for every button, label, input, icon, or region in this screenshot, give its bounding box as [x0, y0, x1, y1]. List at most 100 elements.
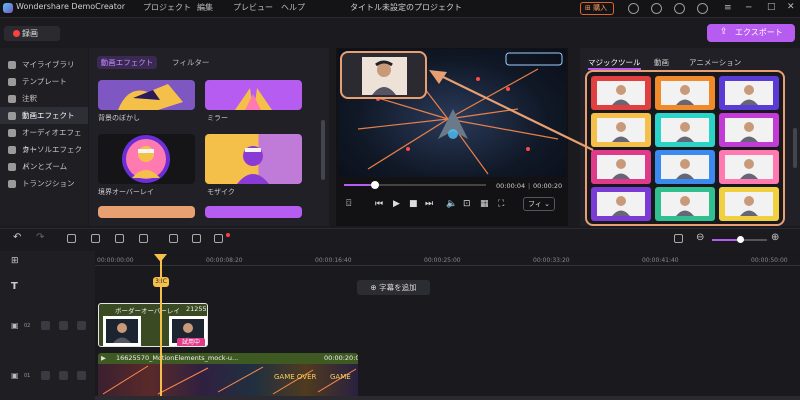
- effect-thumb-mosaic[interactable]: [205, 134, 302, 184]
- minimize-icon[interactable]: ─: [746, 3, 751, 13]
- menu-preview[interactable]: プレビュー: [233, 2, 273, 13]
- video-track-icon: ▣: [11, 371, 19, 380]
- record-label: 録画: [22, 29, 38, 38]
- tab-animation[interactable]: アニメーション: [689, 57, 741, 68]
- crop-icon[interactable]: ⊡: [463, 199, 471, 209]
- clip-filmstrip: GAME OVER GAME: [98, 364, 358, 397]
- frame-template-item[interactable]: [719, 187, 779, 221]
- crop-tool-icon[interactable]: [67, 234, 76, 243]
- play-icon[interactable]: ▶: [393, 199, 400, 209]
- stop-icon[interactable]: ■: [409, 199, 418, 209]
- frame-template-item[interactable]: [655, 187, 715, 221]
- zoom-slider-knob[interactable]: [737, 236, 744, 243]
- tab-video[interactable]: 動画: [654, 57, 669, 68]
- zoom-in-icon[interactable]: ⊕: [771, 232, 779, 243]
- effect-thumb-border-overlay[interactable]: [98, 134, 195, 184]
- tab-video-effects[interactable]: 動画エフェクト: [97, 56, 157, 69]
- sidebar-item-icon: [8, 180, 16, 188]
- lock-icon[interactable]: [41, 321, 50, 330]
- undo-icon[interactable]: ↶: [13, 232, 21, 243]
- mic-icon[interactable]: [139, 234, 148, 243]
- help-icon[interactable]: [697, 3, 708, 14]
- clip-title: 16625570_MotionElements_mock-u...: [116, 354, 239, 362]
- annotation-arrow: [429, 70, 594, 151]
- timeline-scrollbar[interactable]: [95, 396, 800, 400]
- clip-meta: 00:00:20:00: [324, 354, 358, 362]
- timeline-clip-main-video[interactable]: ▶ 16625570_MotionElements_mock-u... 00:0…: [98, 353, 358, 397]
- ruler-tick: 00:00:50:00: [751, 257, 788, 264]
- export-label: エクスポート: [735, 28, 783, 37]
- next-frame-icon[interactable]: ⏭: [425, 199, 433, 209]
- playhead[interactable]: [160, 254, 162, 400]
- tab-filter[interactable]: フィルター: [172, 57, 209, 68]
- menu-help[interactable]: ヘルプ: [281, 2, 305, 13]
- grid-icon[interactable]: ▦: [480, 199, 489, 209]
- buy-button[interactable]: ⊞ 購入: [580, 2, 614, 15]
- effects-scrollbar[interactable]: [321, 120, 325, 180]
- menu-icon[interactable]: ≡: [724, 3, 732, 13]
- video-track-icon: ▣: [11, 321, 19, 330]
- frame-template-item[interactable]: [591, 76, 651, 110]
- sidebar-item-label: テンプレート: [22, 77, 67, 86]
- frame-template-item[interactable]: [719, 150, 779, 184]
- menu-project[interactable]: プロジェクト: [143, 2, 191, 13]
- add-caption-button[interactable]: ⊕ 字幕を追加: [357, 280, 430, 295]
- effect-thumb-mirror[interactable]: [205, 80, 302, 110]
- tab-magic-tools[interactable]: マジックツール: [588, 57, 641, 70]
- effect-thumb-next-1[interactable]: [98, 206, 195, 218]
- notification-dot: [226, 233, 230, 237]
- eye-icon[interactable]: [59, 321, 68, 330]
- download-icon[interactable]: [674, 3, 685, 14]
- effect-thumb-next-2[interactable]: [205, 206, 302, 218]
- text-tool-icon[interactable]: [169, 234, 178, 243]
- window-title: タイトル未設定のプロジェクト: [350, 3, 462, 12]
- shield-icon[interactable]: [115, 234, 124, 243]
- volume-icon[interactable]: 🔈: [446, 199, 457, 209]
- export-frame-icon[interactable]: [214, 234, 223, 243]
- frame-template-item[interactable]: [719, 76, 779, 110]
- close-icon[interactable]: ✕: [787, 2, 795, 12]
- svg-text:GAME: GAME: [330, 373, 351, 381]
- fit-timeline-icon[interactable]: [674, 234, 683, 243]
- frame-template-item[interactable]: [655, 150, 715, 184]
- frame-template-item[interactable]: [655, 76, 715, 110]
- ruler-tick: 00:00:16:40: [315, 257, 352, 264]
- cart-icon: ⊞: [585, 4, 594, 12]
- add-track-icon[interactable]: ⊞: [11, 256, 19, 266]
- zoom-out-icon[interactable]: ⊖: [696, 232, 704, 243]
- add-caption-label: 字幕を追加: [379, 283, 417, 292]
- lock-icon[interactable]: [41, 371, 50, 380]
- fullscreen-icon[interactable]: ⛶: [498, 199, 504, 209]
- right-panel-scrollbar[interactable]: [793, 128, 797, 168]
- snapshot-icon[interactable]: [192, 234, 201, 243]
- speaker-icon[interactable]: [77, 371, 86, 380]
- eye-icon[interactable]: [59, 371, 68, 380]
- zoom-slider-fill: [712, 239, 740, 241]
- effect-label-mirror: ミラー: [207, 114, 228, 122]
- sidebar-item-icon: [8, 61, 16, 69]
- frame-template-item[interactable]: [655, 113, 715, 147]
- fit-dropdown[interactable]: フィ ⌄: [523, 197, 555, 211]
- effect-thumb-blur[interactable]: [98, 80, 195, 110]
- export-icon: ⇪: [720, 27, 728, 37]
- app-name: Wondershare DemoCreator: [16, 2, 126, 11]
- ruler-tick: 00:00:25:00: [424, 257, 461, 264]
- screenshot-icon[interactable]: ⌼: [346, 199, 351, 209]
- frame-template-item[interactable]: [591, 150, 651, 184]
- gift-icon[interactable]: [651, 3, 662, 14]
- frame-template-item[interactable]: [591, 113, 651, 147]
- frame-template-item[interactable]: [719, 113, 779, 147]
- speaker-icon[interactable]: [77, 321, 86, 330]
- sidebar-item-icon: [8, 146, 16, 154]
- timeline-clip-border-overlay[interactable]: ボーダーオーバーレイ 21255 試用中: [98, 303, 208, 347]
- maximize-icon[interactable]: □: [767, 2, 776, 12]
- ruler-tick: 00:00:41:40: [642, 257, 679, 264]
- split-icon[interactable]: [91, 234, 100, 243]
- playhead-label: 3:IC: [153, 277, 169, 287]
- prev-frame-icon[interactable]: ⏮: [375, 199, 383, 209]
- top-toolbar: [0, 19, 800, 46]
- account-icon[interactable]: [628, 3, 639, 14]
- frame-template-item[interactable]: [591, 187, 651, 221]
- redo-icon[interactable]: ↷: [36, 232, 44, 243]
- menu-edit[interactable]: 編集: [197, 2, 213, 13]
